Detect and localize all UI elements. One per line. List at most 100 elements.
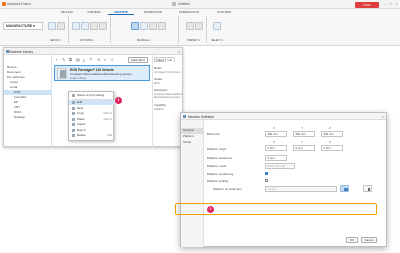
menu-item-select-print-setting[interactable]: Select a print setting [69,93,115,98]
edit-icon[interactable]: ✎ [62,57,65,62]
user-badge[interactable]: TRIAL [355,1,379,8]
nav-item-model[interactable]: Model [181,140,204,146]
close-icon[interactable]: × [382,114,384,119]
print-settings-button[interactable] [140,22,148,30]
platform-scaling-label: Platform scaling [207,179,229,183]
build-size-z-field[interactable]: 330 mm [321,131,343,137]
platform-origin-y-field[interactable]: 0 mm [293,145,315,151]
post-library-button[interactable] [158,22,166,30]
sort-icon[interactable]: ≡ [111,57,113,62]
platform-clearance-field[interactable]: 5 mm [265,155,287,161]
simulate-button[interactable] [81,22,89,30]
divider [68,16,69,43]
divider [206,16,207,43]
setup-button[interactable] [48,22,56,30]
tab-info[interactable]: Info [165,57,175,62]
menu-item-new[interactable]: New [69,106,115,111]
select-group-label[interactable]: SELECT ▾ [211,39,223,42]
tree-item-desktop[interactable]: Desktop [4,115,52,120]
maximize-icon[interactable]: □ [388,1,393,7]
menu-item-label: Copy [77,111,85,115]
inspect-group-label[interactable]: INSPECT ▾ [187,39,200,42]
menu-shortcut: Ctrl+V [103,116,112,121]
export-button[interactable] [99,22,107,30]
clear-filters-button[interactable]: Clear filters [128,57,148,63]
column-x: X [273,126,275,130]
menu-item-export[interactable]: Export [69,128,115,133]
platform-origin-label: Platform origin [207,147,227,151]
divider [110,16,111,43]
clear-build-item-button[interactable] [363,185,372,192]
build-size-y-field[interactable]: 250 mm [293,131,315,137]
close-icon[interactable]: × [178,49,180,54]
panel-title: Machine Library [9,49,34,54]
document-title: Untitled [178,2,190,6]
cancel-button[interactable]: Cancel [361,237,377,243]
platform-scaling-checkbox[interactable] [265,179,269,183]
actions-group-label[interactable]: ACTIONS ▾ [80,39,94,42]
tab-turning[interactable]: TURNING [82,9,106,15]
menu-item-edit[interactable]: Edit [69,100,115,106]
new-setup-button[interactable] [57,22,65,30]
nav-item-platform[interactable]: Platform [181,134,204,140]
dialog-header: Machine Definition × [181,113,386,120]
delete-icon[interactable]: ✕ [97,57,100,62]
minimize-icon[interactable]: – [382,1,387,7]
app-title: Autodesk Fusion [7,2,31,6]
dialog-body: X Y Z Build size 200 mm 250 mm 330 mm X … [205,120,387,247]
manage-group-label[interactable]: MANAGE ▾ [137,39,150,42]
platform-origin-x-field[interactable]: 0 mm [265,145,287,151]
generate-button[interactable] [72,22,80,30]
prop-value: Formiga P 110 Velocis [154,71,181,74]
paste-icon[interactable]: ▤ [76,57,80,62]
build-size-x-field[interactable]: 200 mm [265,131,287,137]
tab-inspection[interactable]: INSPECTION [138,9,168,15]
panel-header: Machine Library × [4,48,182,55]
prop-label: Capability [154,104,166,107]
menu-item-copy[interactable]: Copy Ctrl+C [69,111,115,116]
export-icon[interactable]: ⤒ [90,57,92,62]
workspace-select[interactable]: MANUFACTURE ▾ [3,22,43,30]
machine-thumbnail [57,68,67,79]
add-icon[interactable]: + [55,57,57,62]
setup-group-label[interactable]: SETUP ▾ [50,39,61,42]
nav-item-general[interactable]: General [181,128,204,134]
copy-icon[interactable]: ⧉ [69,57,72,62]
ok-button[interactable]: OK [346,237,358,243]
edit-icon [71,101,75,105]
search-icon[interactable]: ⌕ [104,57,106,62]
print-setting-icon [71,94,75,98]
menu-item-delete[interactable]: Delete Del [69,133,115,138]
tab-fabrication[interactable]: FABRICATION [172,9,206,15]
tab-utilities[interactable]: UTILITIES [210,9,238,15]
machine-card[interactable]: EOS Formiga P 110 Velocis Compact Class … [54,65,150,81]
machine-library-button[interactable] [131,22,139,30]
menu-item-import[interactable]: Import [69,122,115,127]
platform-origin-z-field[interactable]: 0 mm [321,145,343,151]
platform-positioning-checkbox[interactable] [265,172,269,176]
step-marker-2: 2 [207,206,214,213]
post-process-button[interactable] [90,22,98,30]
measure-button[interactable] [186,22,194,30]
tab-milling[interactable]: MILLING [56,9,78,15]
section-analysis-button[interactable] [195,22,203,30]
platform-mesh-field[interactable]: EOS_P110.stl [265,163,295,169]
close-window-icon[interactable]: × [394,1,399,7]
select-button[interactable] [213,22,221,30]
menu-item-paste[interactable]: Paste Ctrl+V [69,117,115,122]
platform-build-item-field[interactable]: not set [265,186,337,192]
import-icon[interactable]: ⤓ [83,57,85,62]
tab-additive[interactable]: ADDITIVE [108,9,134,15]
dialog-title: Machine Definition [188,114,215,119]
column-x: X [273,140,275,144]
platform-build-item-label: Platform as build item [213,187,242,191]
build-size-label: Build size [207,132,220,136]
machine-location: Local \ Library [70,76,87,80]
library-tree: Recent Document My machines Cloud Local … [4,55,52,147]
template-library-button[interactable] [149,22,157,30]
list-toolbar: + ✎ ⧉ ▤ ⤓ ⤒ ✕ ⌕ ≡ Clear filters [54,57,151,63]
browse-folder-button[interactable] [340,185,349,192]
context-menu: Select a print setting Edit New Copy Ctr… [68,91,115,141]
menu-item-label: Edit [77,100,83,104]
column-y: Y [301,126,303,130]
